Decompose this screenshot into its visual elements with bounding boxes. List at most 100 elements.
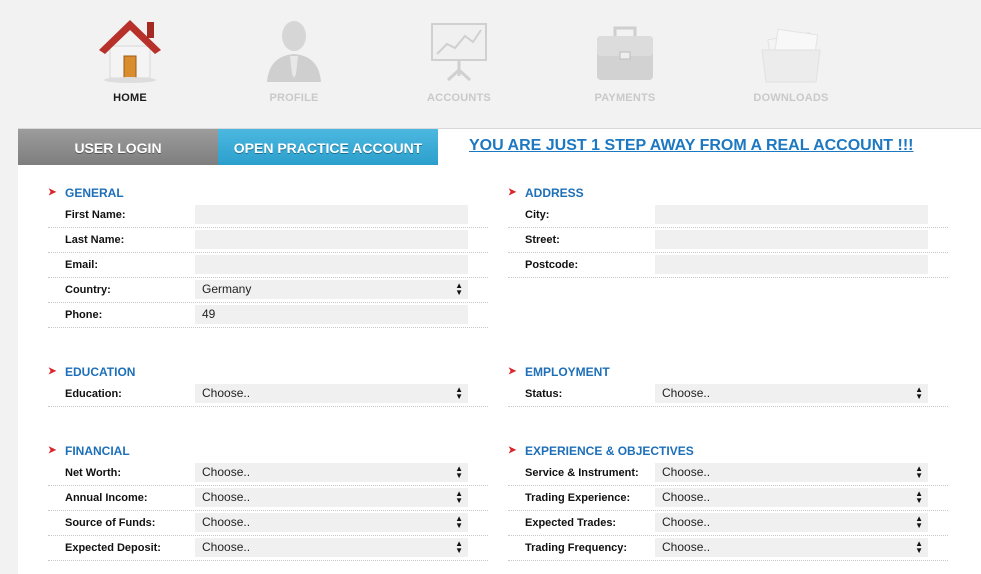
section-experience-objectives: ➤ EXPERIENCE & OBJECTIVES Service & Instr… xyxy=(498,441,948,561)
field-label: Email: xyxy=(65,259,99,271)
field-label: Street: xyxy=(525,234,560,246)
select-value: Choose.. xyxy=(202,465,251,479)
trading-frequency-select[interactable]: Choose.. ▲ ▼ xyxy=(655,538,928,557)
street-input[interactable] xyxy=(655,230,928,249)
bullet-arrow-icon: ➤ xyxy=(508,366,517,377)
section-title-text: FINANCIAL xyxy=(65,444,130,458)
field-label: City: xyxy=(525,209,550,221)
expected-deposit-select[interactable]: Choose.. ▲ ▼ xyxy=(195,538,468,557)
service-instrument-select[interactable]: Choose.. ▲ ▼ xyxy=(655,463,928,482)
field-label: Last Name: xyxy=(65,234,125,246)
registration-panel: USER LOGIN OPEN PRACTICE ACCOUNT YOU ARE… xyxy=(18,128,981,574)
nav-label-profile: PROFILE xyxy=(269,92,319,104)
education-select[interactable]: Choose.. ▲ ▼ xyxy=(195,384,468,403)
section-title-experience: ➤ EXPERIENCE & OBJECTIVES xyxy=(498,441,938,461)
select-value: Germany xyxy=(202,282,252,296)
real-account-link[interactable]: YOU ARE JUST 1 STEP AWAY FROM A REAL ACC… xyxy=(469,137,914,155)
field-label: Trading Frequency: xyxy=(525,542,628,554)
nav-item-home[interactable]: HOME xyxy=(70,14,190,104)
trading-experience-select[interactable]: Choose.. ▲ ▼ xyxy=(655,488,928,507)
home-icon xyxy=(99,20,161,83)
field-label: Postcode: xyxy=(525,259,579,271)
form-row-street: Street: xyxy=(508,228,948,253)
field-label: Country: xyxy=(65,284,111,296)
select-value: Choose.. xyxy=(662,515,711,529)
form-row-phone: Phone: xyxy=(48,303,488,328)
section-title-financial: ➤ FINANCIAL xyxy=(38,441,478,461)
top-navigation: HOME PROFILE ACCOUNTS PAYMENTS DOWNLOADS xyxy=(0,0,981,128)
tab-user-login[interactable]: USER LOGIN xyxy=(18,129,218,165)
select-arrows-icon: ▲ ▼ xyxy=(455,281,463,297)
nav-item-downloads[interactable]: DOWNLOADS xyxy=(731,14,851,104)
select-value: Choose.. xyxy=(202,490,251,504)
select-arrows-icon: ▲ ▼ xyxy=(455,464,463,480)
select-arrows-icon: ▲ ▼ xyxy=(455,539,463,555)
form-row-expected-deposit: Expected Deposit: Choose.. ▲ ▼ xyxy=(48,536,488,561)
first-name-input[interactable] xyxy=(195,205,468,224)
bullet-arrow-icon: ➤ xyxy=(48,445,57,456)
section-title-address: ➤ ADDRESS xyxy=(498,183,938,203)
form-row-email: Email: xyxy=(48,253,488,278)
select-arrows-icon: ▲ ▼ xyxy=(915,385,923,401)
expected-trades-select[interactable]: Choose.. ▲ ▼ xyxy=(655,513,928,532)
bullet-arrow-icon: ➤ xyxy=(508,445,517,456)
status-select[interactable]: Choose.. ▲ ▼ xyxy=(655,384,928,403)
downloads-icon xyxy=(761,28,821,83)
select-arrows-icon: ▲ ▼ xyxy=(915,514,923,530)
select-value: Choose.. xyxy=(202,540,251,554)
field-label: Expected Deposit: xyxy=(65,542,161,554)
nav-item-payments[interactable]: PAYMENTS xyxy=(565,14,685,104)
phone-input[interactable] xyxy=(195,305,468,324)
last-name-input[interactable] xyxy=(195,230,468,249)
nav-label-home: HOME xyxy=(113,92,147,104)
section-employment: ➤ EMPLOYMENT Status: Choose.. ▲ ▼ xyxy=(498,362,948,407)
field-label: Source of Funds: xyxy=(65,517,156,529)
select-value: Choose.. xyxy=(662,465,711,479)
form-row-source-of-funds: Source of Funds: Choose.. ▲ ▼ xyxy=(48,511,488,536)
accounts-icon xyxy=(431,23,487,82)
form-row-trading-frequency: Trading Frequency: Choose.. ▲ ▼ xyxy=(508,536,948,561)
select-arrows-icon: ▲ ▼ xyxy=(915,489,923,505)
section-financial: ➤ FINANCIAL Net Worth: Choose.. ▲ ▼ Annual I… xyxy=(38,441,488,561)
form-row-education: Education: Choose.. ▲ ▼ xyxy=(48,382,488,407)
tab-open-practice-account[interactable]: OPEN PRACTICE ACCOUNT xyxy=(218,129,438,165)
source-of-funds-select[interactable]: Choose.. ▲ ▼ xyxy=(195,513,468,532)
field-label: Expected Trades: xyxy=(525,517,617,529)
form-row-annual-income: Annual Income: Choose.. ▲ ▼ xyxy=(48,486,488,511)
net-worth-select[interactable]: Choose.. ▲ ▼ xyxy=(195,463,468,482)
city-input[interactable] xyxy=(655,205,928,224)
annual-income-select[interactable]: Choose.. ▲ ▼ xyxy=(195,488,468,507)
select-value: Choose.. xyxy=(662,540,711,554)
section-title-text: ADDRESS xyxy=(525,186,584,200)
field-label: Net Worth: xyxy=(65,467,122,479)
section-title-general: ➤ GENERAL xyxy=(38,183,478,203)
section-general: ➤ GENERAL First Name: Last Name: Email: C… xyxy=(38,183,488,328)
select-arrows-icon: ▲ ▼ xyxy=(455,385,463,401)
select-arrows-icon: ▲ ▼ xyxy=(915,539,923,555)
form-row-last-name: Last Name: xyxy=(48,228,488,253)
section-title-text: EMPLOYMENT xyxy=(525,365,610,379)
field-label: Phone: xyxy=(65,309,103,321)
select-arrows-icon: ▲ ▼ xyxy=(455,489,463,505)
field-label: First Name: xyxy=(65,209,126,221)
form-row-city: City: xyxy=(508,203,948,228)
bullet-arrow-icon: ➤ xyxy=(48,187,57,198)
form-row-service-instrument: Service & Instrument: Choose.. ▲ ▼ xyxy=(508,461,948,486)
postcode-input[interactable] xyxy=(655,255,928,274)
form-row-trading-experience: Trading Experience: Choose.. ▲ ▼ xyxy=(508,486,948,511)
bullet-arrow-icon: ➤ xyxy=(508,187,517,198)
nav-label-accounts: ACCOUNTS xyxy=(427,92,491,104)
email-input[interactable] xyxy=(195,255,468,274)
field-label: Service & Instrument: xyxy=(525,467,639,479)
field-label: Annual Income: xyxy=(65,492,148,504)
select-arrows-icon: ▲ ▼ xyxy=(455,514,463,530)
select-value: Choose.. xyxy=(662,490,711,504)
country-select[interactable]: Germany ▲ ▼ xyxy=(195,280,468,299)
form-row-postcode: Postcode: xyxy=(508,253,948,278)
nav-item-accounts[interactable]: ACCOUNTS xyxy=(399,14,519,104)
form-row-status: Status: Choose.. ▲ ▼ xyxy=(508,382,948,407)
nav-item-profile[interactable]: PROFILE xyxy=(234,14,354,104)
section-title-employment: ➤ EMPLOYMENT xyxy=(498,362,938,382)
form-row-first-name: First Name: xyxy=(48,203,488,228)
nav-label-downloads: DOWNLOADS xyxy=(753,92,829,104)
